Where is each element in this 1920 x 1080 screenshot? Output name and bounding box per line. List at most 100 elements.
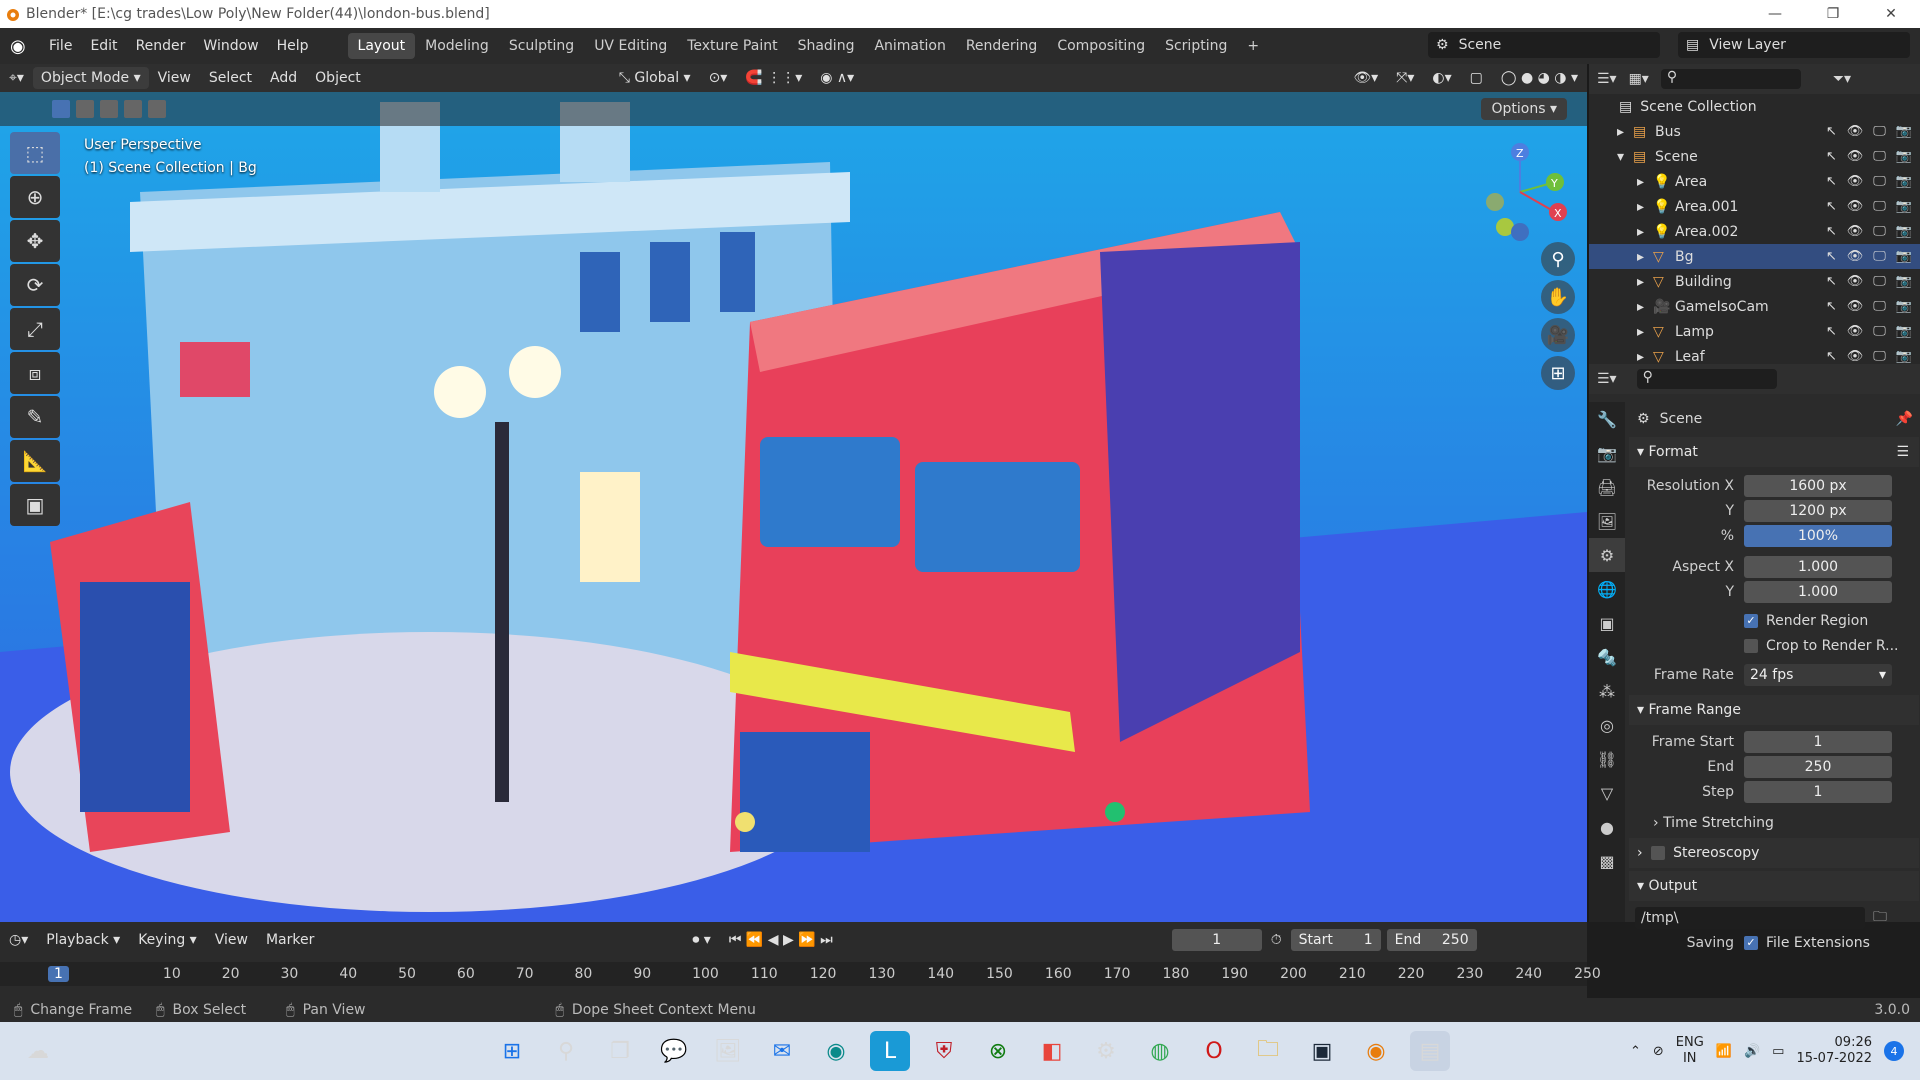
visibility-toggles[interactable]: ↖ 👁 🖵 📷: [1826, 174, 1912, 189]
resolution-y-field[interactable]: 1200 px: [1744, 499, 1892, 522]
modifier-tab-icon[interactable]: 🔩: [1589, 640, 1625, 674]
time-stretching-subpanel[interactable]: › Time Stretching: [1629, 810, 1919, 835]
select-toggle-icon[interactable]: ↖: [1826, 124, 1837, 139]
monitor-icon[interactable]: 🖵: [1873, 349, 1886, 364]
monitor-icon[interactable]: 🖵: [1873, 199, 1886, 214]
close-button[interactable]: ✕: [1862, 0, 1920, 28]
menu-add[interactable]: Add: [261, 70, 306, 86]
monitor-icon[interactable]: 🖵: [1873, 124, 1886, 139]
mode-dropdown[interactable]: Object Mode ▾: [32, 67, 149, 89]
options-button[interactable]: Options ▾: [1481, 98, 1567, 120]
expand-arrow-icon[interactable]: ▸: [1637, 199, 1653, 215]
world-tab-icon[interactable]: 🌐: [1589, 572, 1625, 606]
expand-arrow-icon[interactable]: ▸: [1637, 324, 1653, 340]
object-tab-icon[interactable]: ▣: [1589, 606, 1625, 640]
frame-start-field[interactable]: 1: [1744, 730, 1892, 753]
battery-icon[interactable]: ▭: [1772, 1044, 1784, 1059]
visibility-toggles[interactable]: ↖ 👁 🖵 📷: [1826, 149, 1912, 164]
visibility-toggles[interactable]: ↖ 👁 🖵 📷: [1826, 274, 1912, 289]
outliner-item-building[interactable]: ▸ ▽ Building ↖ 👁 🖵 📷: [1589, 269, 1920, 294]
eye-icon[interactable]: 👁: [1847, 224, 1864, 239]
search-icon[interactable]: ⚲: [546, 1031, 586, 1071]
transform-tool-icon[interactable]: ⧈: [10, 352, 60, 394]
navigation-gizmo[interactable]: Z Y X: [1465, 137, 1575, 247]
transform-orientation-dropdown[interactable]: ⤡ Global ▾: [610, 70, 700, 86]
outliner-item-area-001[interactable]: ▸ 💡 Area.001 ↖ 👁 🖵 📷: [1589, 194, 1920, 219]
tab-modeling[interactable]: Modeling: [415, 33, 499, 59]
frame-range-panel-header[interactable]: ▾ Frame Range: [1629, 695, 1919, 725]
eye-icon[interactable]: 👁: [1847, 249, 1864, 264]
maximize-button[interactable]: ❐: [1804, 0, 1862, 28]
outliner-item-bg[interactable]: ▸ ▽ Bg ↖ 👁 🖵 📷: [1589, 244, 1920, 269]
eye-icon[interactable]: 👁: [1847, 174, 1864, 189]
tool-tab-icon[interactable]: 🔧: [1589, 402, 1625, 436]
xray-icon[interactable]: ▢: [1461, 70, 1492, 86]
scale-tool-icon[interactable]: ⤢: [10, 308, 60, 350]
visibility-icon[interactable]: 👁▾: [1344, 70, 1387, 86]
timeline-editor-icon[interactable]: ◷▾: [0, 932, 37, 948]
tray-chevron-icon[interactable]: ⌃: [1630, 1044, 1641, 1059]
mcafee-icon[interactable]: ⛨: [924, 1031, 964, 1071]
eye-icon[interactable]: 👁: [1847, 149, 1864, 164]
outliner-item-scene[interactable]: ▾ ▤ Scene ↖ 👁 🖵 📷: [1589, 144, 1920, 169]
select-toggle-icon[interactable]: ↖: [1826, 249, 1837, 264]
eye-icon[interactable]: 👁: [1847, 124, 1864, 139]
tab-texture-paint[interactable]: Texture Paint: [677, 33, 787, 59]
constraints-tab-icon[interactable]: ⛓: [1589, 742, 1625, 776]
timeline-ruler[interactable]: 1 10 20 30 40 50 60 70 80 90 100 110 120 130 140 150 160…: [0, 962, 1601, 986]
blender-menu-icon[interactable]: ◉: [10, 36, 40, 57]
output-path-input[interactable]: /tmp\: [1635, 906, 1865, 929]
windows-start-icon[interactable]: ⊞: [492, 1031, 532, 1071]
frame-step-field[interactable]: 1: [1744, 780, 1892, 803]
marker-menu[interactable]: Marker: [257, 932, 323, 948]
playback-menu[interactable]: Playback ▾: [37, 932, 129, 948]
chrome-icon[interactable]: ◍: [1140, 1031, 1180, 1071]
folder-icon[interactable]: 🗀: [1873, 906, 1887, 930]
rotate-tool-icon[interactable]: ⟳: [10, 264, 60, 306]
camera-view-icon[interactable]: 🎥: [1541, 318, 1575, 352]
material-tab-icon[interactable]: ●: [1589, 810, 1625, 844]
current-frame-field[interactable]: 1: [1171, 929, 1262, 951]
frame-end-field[interactable]: 250: [1744, 755, 1892, 778]
select-toggle-icon[interactable]: ↖: [1826, 349, 1837, 364]
properties-editor-icon[interactable]: ☰▾: [1597, 371, 1617, 387]
selection-mode-icons[interactable]: [52, 100, 166, 118]
select-toggle-icon[interactable]: ↖: [1826, 199, 1837, 214]
render-camera-icon[interactable]: 📷: [1896, 249, 1912, 264]
resolution-x-field[interactable]: 1600 px: [1744, 474, 1892, 497]
physics-tab-icon[interactable]: ◎: [1589, 708, 1625, 742]
edge-icon[interactable]: ◉: [816, 1031, 856, 1071]
overlay-toggle-icon[interactable]: ◐▾: [1423, 70, 1460, 86]
keying-menu[interactable]: Keying ▾: [129, 932, 206, 948]
outliner-item-area-002[interactable]: ▸ 💡 Area.002 ↖ 👁 🖵 📷: [1589, 219, 1920, 244]
measure-tool-icon[interactable]: 📐: [10, 440, 60, 482]
ortho-grid-icon[interactable]: ⊞: [1541, 356, 1575, 390]
select-toggle-icon[interactable]: ↖: [1826, 174, 1837, 189]
outliner-editor-icon[interactable]: ☰▾: [1597, 71, 1617, 87]
monitor-icon[interactable]: 🖵: [1873, 324, 1886, 339]
blender-taskbar-icon[interactable]: ◉: [1356, 1031, 1396, 1071]
select-toggle-icon[interactable]: ↖: [1826, 324, 1837, 339]
timeline-view-menu[interactable]: View: [206, 932, 257, 948]
scene-tab-icon[interactable]: ⚙: [1589, 538, 1625, 572]
expand-arrow-icon[interactable]: ▸: [1617, 124, 1633, 140]
visibility-toggles[interactable]: ↖ 👁 🖵 📷: [1826, 249, 1912, 264]
weather-icon[interactable]: ☁: [18, 1031, 58, 1071]
add-cube-tool-icon[interactable]: ▣: [10, 484, 60, 526]
l-app-icon[interactable]: L: [870, 1031, 910, 1071]
pin-icon[interactable]: 📌: [1896, 411, 1913, 427]
monitor-icon[interactable]: 🖵: [1873, 149, 1886, 164]
visibility-toggles[interactable]: ↖ 👁 🖵 📷: [1826, 199, 1912, 214]
expand-arrow-icon[interactable]: ▸: [1637, 174, 1653, 190]
outliner-item-gameisocam[interactable]: ▸ 🎥 GameIsoCam ↖ 👁 🖵 📷: [1589, 294, 1920, 319]
select-toggle-icon[interactable]: ↖: [1826, 224, 1837, 239]
eye-icon[interactable]: 👁: [1847, 349, 1864, 364]
expand-arrow-icon[interactable]: ▸: [1637, 349, 1653, 365]
visibility-toggles[interactable]: ↖ 👁 🖵 📷: [1826, 299, 1912, 314]
notification-badge[interactable]: 4: [1884, 1041, 1904, 1061]
end-frame-field[interactable]: End 250: [1386, 929, 1477, 951]
eye-icon[interactable]: 👁: [1847, 199, 1864, 214]
menu-view[interactable]: View: [149, 70, 200, 86]
menu-edit[interactable]: Edit: [81, 38, 126, 54]
preview-range-icon[interactable]: ⏱: [1262, 932, 1291, 948]
